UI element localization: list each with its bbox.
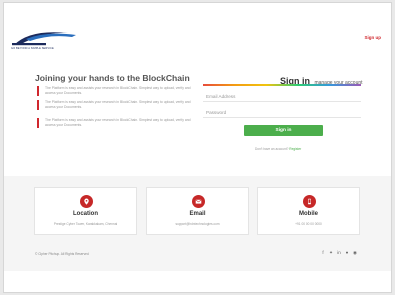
contact-card-title: Mobile <box>299 211 318 217</box>
linkedin-icon[interactable]: in <box>337 250 341 255</box>
feature-item: The Platform is easy and assists your re… <box>37 100 193 110</box>
feature-item: The Platform is easy and assists your re… <box>37 86 193 96</box>
page-frame: GO BEYOND A SIMPLE SERVICE Sign up Joini… <box>3 2 392 293</box>
register-prompt: Don't have an account? Register <box>255 147 301 151</box>
phone-icon <box>303 195 316 208</box>
logo-tagline: GO BEYOND A SIMPLE SERVICE <box>11 47 54 50</box>
contact-card-location: Location Prestige Cyber Tower, Karakkaka… <box>34 187 137 235</box>
social-links: f ✦ in ● ◉ <box>321 250 357 255</box>
contact-card-title: Location <box>73 211 98 217</box>
pinterest-icon[interactable]: ● <box>345 250 349 255</box>
contact-card-text: Prestige Cyber Tower, Karakkakam, Chenna… <box>53 222 118 226</box>
twitter-icon[interactable]: ✦ <box>329 250 333 255</box>
contact-card-email: Email support@hdntechnologies.com <box>146 187 249 235</box>
signin-button[interactable]: Sign in <box>244 125 323 136</box>
envelope-icon <box>192 195 205 208</box>
contact-card-title: Email <box>189 211 206 217</box>
contact-section: Location Prestige Cyber Tower, Karakkaka… <box>4 176 391 271</box>
copyright-text: © Cipher Pitchup. All Rights Reserved <box>35 252 89 256</box>
contact-card-mobile: Mobile +91 00 00 00 0000 <box>257 187 360 235</box>
skype-icon[interactable]: ◉ <box>353 250 357 255</box>
location-pin-icon <box>80 195 93 208</box>
signup-link[interactable]: Sign up <box>365 35 382 40</box>
signin-heading: Sign in manage your account <box>280 71 363 89</box>
contact-card-text[interactable]: support@hdntechnologies.com <box>147 222 248 226</box>
color-divider <box>203 84 361 86</box>
feature-item: The Platform is easy and assists your re… <box>37 118 193 128</box>
password-field[interactable] <box>203 107 361 118</box>
hero-title: Joining your hands to the BlockChain <box>35 73 190 83</box>
header: GO BEYOND A SIMPLE SERVICE Sign up <box>4 3 391 58</box>
register-link[interactable]: Register <box>289 147 301 151</box>
email-field[interactable] <box>203 91 361 102</box>
register-prompt-text: Don't have an account? <box>255 147 289 151</box>
facebook-icon[interactable]: f <box>321 250 325 255</box>
contact-card-text: +91 00 00 00 0000 <box>295 222 322 226</box>
